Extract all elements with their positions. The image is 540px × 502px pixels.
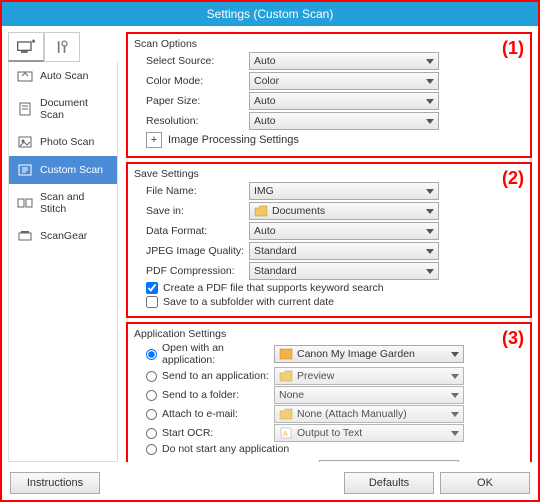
chevron-down-icon — [451, 431, 459, 436]
sidebar-item-label: Custom Scan — [40, 164, 103, 176]
chevron-down-icon — [426, 209, 434, 214]
pdf-keyword-label: Create a PDF file that supports keyword … — [163, 282, 384, 294]
save-settings-title: Save Settings — [134, 168, 524, 180]
tab-tools[interactable] — [44, 32, 80, 62]
more-functions-button[interactable]: More Functions — [319, 460, 459, 462]
open-with-app-label: Open with an application: — [162, 342, 274, 366]
resolution-dropdown[interactable]: Auto — [249, 112, 439, 130]
annotation-2: (2) — [502, 168, 524, 189]
defaults-button[interactable]: Defaults — [344, 472, 434, 494]
sidebar-item-custom-scan[interactable]: Custom Scan — [9, 156, 117, 184]
paper-size-label: Paper Size: — [134, 95, 249, 107]
pdf-keyword-checkbox[interactable] — [146, 282, 158, 294]
send-to-folder-dropdown[interactable]: None — [274, 386, 464, 404]
data-format-dropdown[interactable]: Auto — [249, 222, 439, 240]
paper-size-dropdown[interactable]: Auto — [249, 92, 439, 110]
attach-email-label: Attach to e-mail: — [162, 408, 238, 420]
application-settings-section: (3) Application Settings Open with an ap… — [126, 322, 532, 462]
jpeg-quality-dropdown[interactable]: Standard — [249, 242, 439, 260]
send-to-folder-label: Send to a folder: — [162, 389, 239, 401]
jpeg-quality-label: JPEG Image Quality: — [134, 245, 249, 257]
text-icon: A — [279, 427, 293, 439]
chevron-down-icon — [426, 99, 434, 104]
custom-scan-icon — [17, 163, 33, 177]
chevron-down-icon — [426, 249, 434, 254]
scan-options-section: (1) Scan Options Select Source: Auto Col… — [126, 32, 532, 158]
auto-scan-icon — [17, 69, 33, 83]
chevron-down-icon — [426, 189, 434, 194]
photo-scan-icon — [17, 135, 33, 149]
document-scan-icon — [17, 102, 33, 116]
send-to-app-label: Send to an application: — [162, 370, 269, 382]
subfolder-date-checkbox[interactable] — [146, 296, 158, 308]
file-name-dropdown[interactable]: IMG — [249, 182, 439, 200]
start-ocr-label: Start OCR: — [162, 427, 213, 439]
annotation-1: (1) — [502, 38, 524, 59]
ok-button[interactable]: OK — [440, 472, 530, 494]
open-with-app-radio[interactable] — [146, 349, 157, 360]
do-not-start-label: Do not start any application — [162, 443, 289, 455]
sidebar-item-auto-scan[interactable]: Auto Scan — [9, 62, 117, 90]
scangear-icon — [17, 229, 33, 243]
chevron-down-icon — [426, 119, 434, 124]
sidebar-item-label: ScanGear — [40, 230, 87, 242]
send-to-folder-radio[interactable] — [146, 390, 157, 401]
do-not-start-radio[interactable] — [146, 444, 157, 455]
data-format-label: Data Format: — [134, 225, 249, 237]
sidebar-item-scan-and-stitch[interactable]: Scan and Stitch — [9, 184, 117, 222]
file-name-label: File Name: — [134, 185, 249, 197]
attach-email-radio[interactable] — [146, 409, 157, 420]
save-settings-section: (2) Save Settings File Name: IMG Save in… — [126, 162, 532, 318]
chevron-down-icon — [426, 229, 434, 234]
image-processing-expand[interactable]: + — [146, 132, 162, 148]
chevron-down-icon — [451, 352, 459, 357]
tab-scan-from-computer[interactable] — [8, 32, 44, 62]
chevron-down-icon — [426, 79, 434, 84]
chevron-down-icon — [426, 269, 434, 274]
chevron-down-icon — [451, 393, 459, 398]
app-icon — [279, 348, 293, 360]
sidebar-item-label: Scan and Stitch — [40, 191, 109, 215]
save-in-dropdown[interactable]: Documents — [249, 202, 439, 220]
sidebar-item-label: Photo Scan — [40, 136, 94, 148]
application-settings-title: Application Settings — [134, 328, 524, 340]
sidebar-item-label: Document Scan — [40, 97, 109, 121]
subfolder-date-label: Save to a subfolder with current date — [163, 296, 334, 308]
folder-icon — [254, 205, 268, 217]
instructions-button[interactable]: Instructions — [10, 472, 100, 494]
svg-text:A: A — [283, 431, 288, 438]
select-source-dropdown[interactable]: Auto — [249, 52, 439, 70]
pdf-compression-dropdown[interactable]: Standard — [249, 262, 439, 280]
send-to-app-dropdown[interactable]: Preview — [274, 367, 464, 385]
attach-email-dropdown[interactable]: None (Attach Manually) — [274, 405, 464, 423]
sidebar: Auto Scan Document Scan Photo Scan Custo… — [8, 62, 118, 462]
chevron-down-icon — [451, 374, 459, 379]
color-mode-dropdown[interactable]: Color — [249, 72, 439, 90]
chevron-down-icon — [451, 412, 459, 417]
sidebar-item-photo-scan[interactable]: Photo Scan — [9, 128, 117, 156]
folder-icon — [279, 370, 293, 382]
image-processing-label: Image Processing Settings — [168, 134, 299, 146]
scan-options-title: Scan Options — [134, 38, 524, 50]
pdf-compression-label: PDF Compression: — [134, 265, 249, 277]
color-mode-label: Color Mode: — [134, 75, 249, 87]
sidebar-item-label: Auto Scan — [40, 70, 88, 82]
start-ocr-radio[interactable] — [146, 428, 157, 439]
resolution-label: Resolution: — [134, 115, 249, 127]
sidebar-item-scangear[interactable]: ScanGear — [9, 222, 117, 250]
open-with-app-dropdown[interactable]: Canon My Image Garden — [274, 345, 464, 363]
stitch-icon — [17, 196, 33, 210]
window-titlebar: Settings (Custom Scan) — [2, 2, 538, 26]
select-source-label: Select Source: — [134, 55, 249, 67]
sidebar-item-document-scan[interactable]: Document Scan — [9, 90, 117, 128]
top-tab-strip — [8, 32, 118, 62]
start-ocr-dropdown[interactable]: AOutput to Text — [274, 424, 464, 442]
save-in-label: Save in: — [134, 205, 249, 217]
window-title: Settings (Custom Scan) — [207, 7, 334, 21]
send-to-app-radio[interactable] — [146, 371, 157, 382]
folder-icon — [279, 408, 293, 420]
chevron-down-icon — [426, 59, 434, 64]
annotation-3: (3) — [502, 328, 524, 349]
